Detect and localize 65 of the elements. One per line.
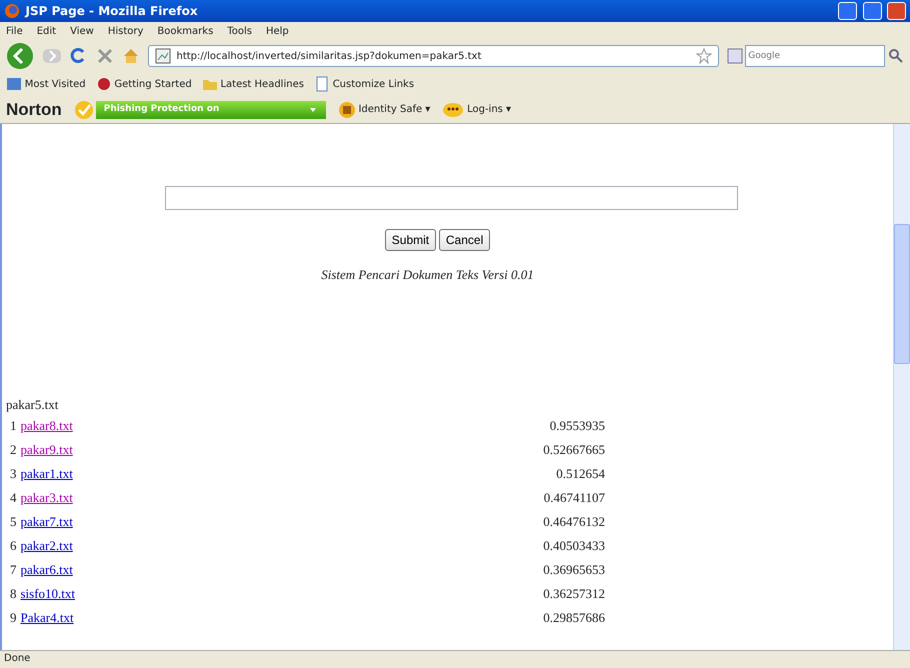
score: 0.46741107: [544, 489, 605, 508]
minimize-button[interactable]: [838, 2, 857, 20]
result-link[interactable]: pakar7.txt: [20, 512, 73, 532]
check-icon: [74, 100, 94, 120]
menu-item[interactable]: File: [6, 24, 23, 38]
menu-item[interactable]: Bookmarks: [157, 24, 214, 38]
stop-icon[interactable]: [96, 47, 114, 65]
bookmark-icon: [6, 76, 22, 92]
status-text: Done: [0, 650, 910, 668]
result-link[interactable]: Pakar4.txt: [20, 608, 74, 628]
query-filename: pakar5.txt: [6, 396, 58, 414]
search-icon: [888, 48, 904, 64]
result-link[interactable]: pakar8.txt: [20, 416, 73, 436]
score: 0.36257312: [543, 585, 605, 604]
bookmark-link[interactable]: Latest Headlines: [202, 76, 304, 92]
norton-menu[interactable]: Log-ins ▾: [442, 100, 512, 118]
rank-number: 5: [10, 513, 16, 532]
result-link[interactable]: pakar6.txt: [20, 560, 73, 580]
home-icon[interactable]: [122, 47, 140, 65]
bookmark-icon: [314, 76, 330, 92]
menu-item[interactable]: History: [108, 24, 144, 38]
menu-item[interactable]: Edit: [36, 24, 56, 38]
cancel-button[interactable]: Cancel: [438, 229, 490, 251]
rank-number: 3: [10, 465, 16, 484]
score: 0.512654: [556, 465, 605, 484]
score: 0.46476132: [543, 513, 605, 532]
menu-item[interactable]: Help: [266, 24, 289, 38]
rank-number: 4: [10, 489, 16, 508]
bookmark-link[interactable]: Customize Links: [314, 76, 414, 92]
score: 0.9553935: [550, 417, 605, 436]
dots-icon: [442, 100, 464, 118]
norton-menu[interactable]: Identity Safe ▾: [338, 100, 430, 118]
result-link[interactable]: sisfo10.txt: [20, 584, 76, 604]
window-title: JSP Page - Mozilla Firefox: [26, 3, 199, 20]
rank-number: 1: [10, 417, 16, 436]
menu-item[interactable]: Tools: [227, 24, 252, 38]
search-field[interactable]: Google: [745, 45, 886, 67]
submit-button[interactable]: Submit: [384, 229, 436, 251]
result-link[interactable]: pakar2.txt: [20, 536, 73, 556]
score: 0.52667665: [543, 441, 605, 460]
result-link[interactable]: pakar9.txt: [20, 440, 73, 460]
rank-number: 6: [10, 537, 16, 556]
rank-number: 9: [10, 609, 16, 628]
score: 0.40503433: [543, 537, 605, 556]
address-field[interactable]: http://localhost/inverted/similaritas.jsp?dokumen=pakar5.txt: [148, 45, 718, 67]
bookmark-link[interactable]: Getting Started: [96, 76, 192, 92]
bookmark-icon: [96, 76, 112, 92]
rank-number: 8: [10, 585, 16, 604]
query-field[interactable]: [165, 186, 738, 210]
norton-logo: Norton: [6, 98, 62, 121]
caption: Sistem Pencari Dokumen Teks Versi 0.01: [320, 266, 535, 284]
scrollbar[interactable]: [893, 124, 910, 650]
bookmark-link[interactable]: Most Visited: [6, 76, 86, 92]
rank-number: 2: [10, 441, 16, 460]
maximize-button[interactable]: [862, 2, 882, 20]
back-icon[interactable]: [6, 42, 34, 70]
result-link[interactable]: pakar1.txt: [20, 464, 73, 484]
score: 0.29857686: [543, 609, 605, 628]
page-icon: [155, 48, 171, 64]
rank-number: 7: [10, 561, 16, 580]
score: 0.36965653: [543, 561, 605, 580]
menu-item[interactable]: View: [70, 24, 94, 38]
result-link[interactable]: pakar3.txt: [20, 488, 73, 508]
star-icon: [696, 48, 712, 64]
close-button[interactable]: [887, 2, 906, 20]
